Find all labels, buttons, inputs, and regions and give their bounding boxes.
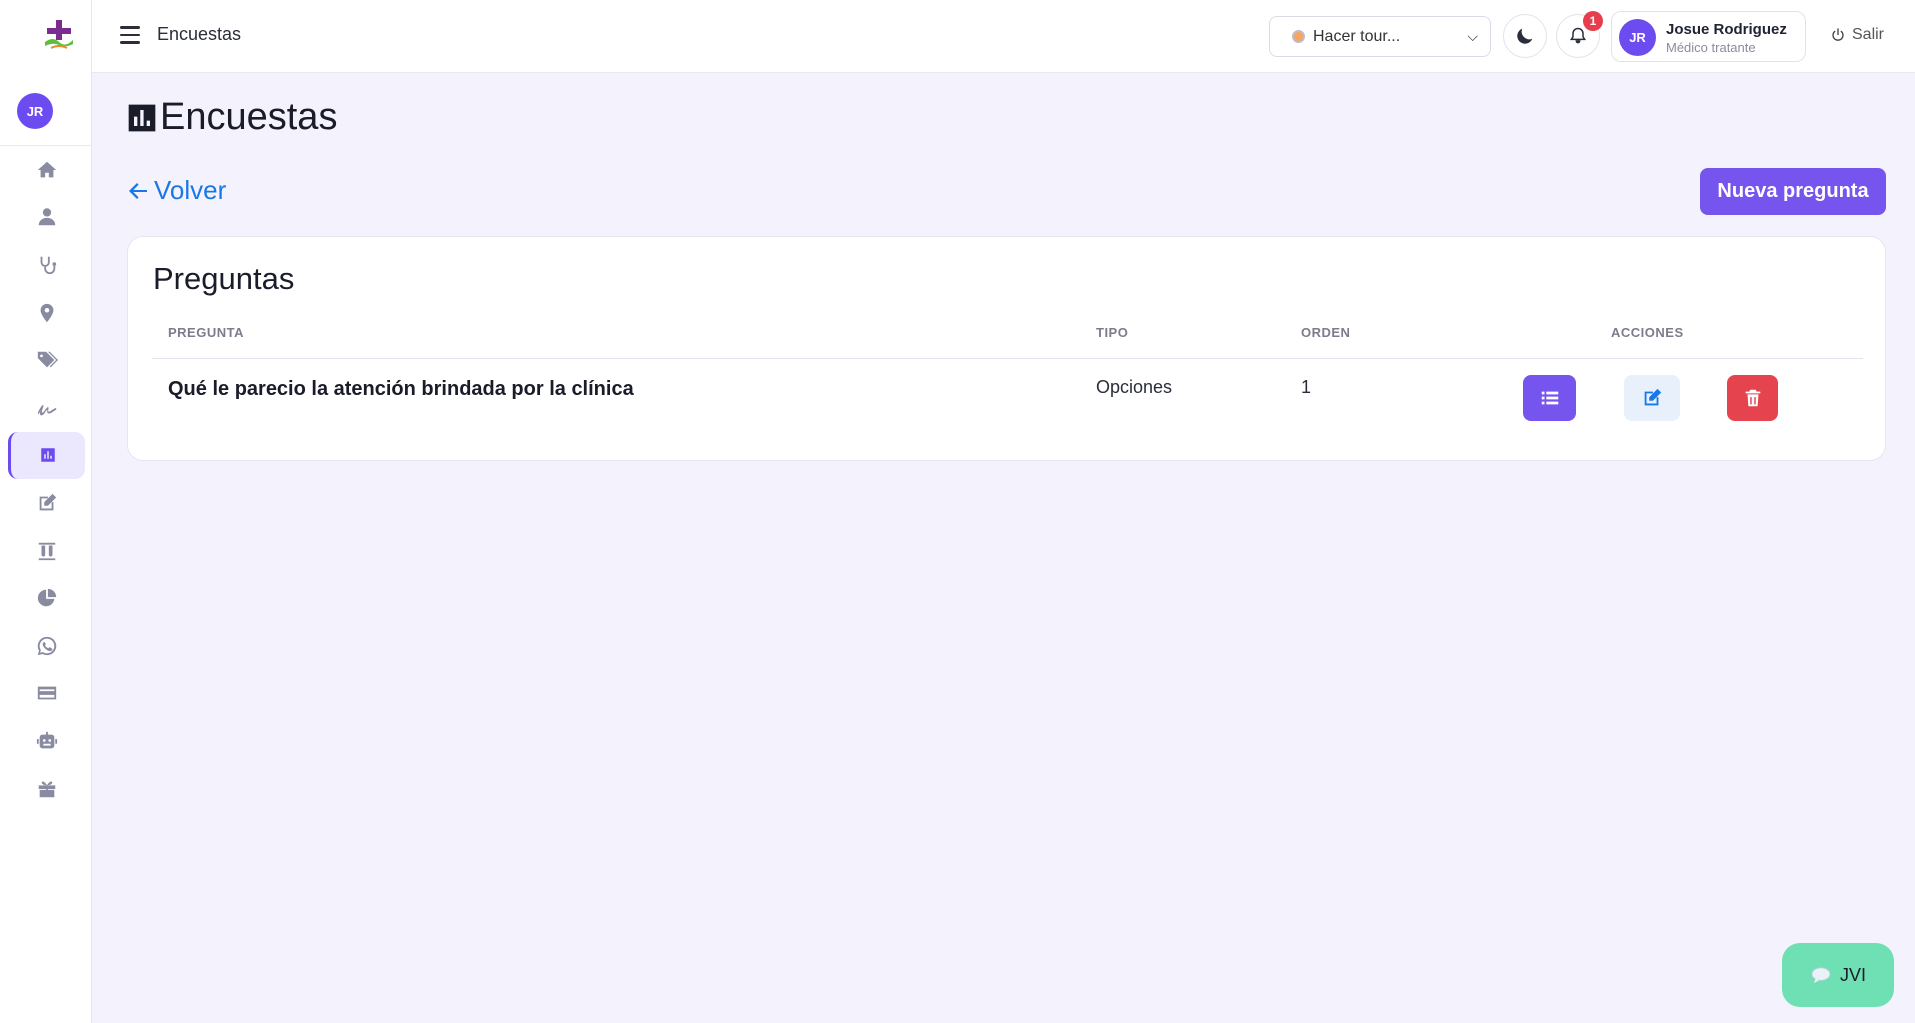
question-type: Opciones [1096,377,1173,397]
sidebar-item-consultations[interactable] [8,241,85,289]
topbar-title: Encuestas [157,24,242,44]
tour-select[interactable]: Hacer tour... ⌵ [1269,16,1491,57]
questions-card: Preguntas PREGUNTA TIPO ORDEN ACCIONES Q… [127,236,1886,461]
edit-icon [1644,388,1662,406]
question-text: Qué le parecio la atención brindada por … [168,378,634,400]
sidebar-item-payments[interactable] [8,670,85,718]
options-list-button[interactable] [1523,375,1576,421]
card-title: Preguntas [153,261,295,296]
question-order: 1 [1301,377,1312,397]
menu-toggle-icon[interactable] [120,26,140,44]
sidebar-item-reports[interactable] [8,574,85,622]
column-header-orden[interactable]: ORDEN [1301,325,1350,340]
whatsapp-icon [37,636,56,655]
power-icon [1832,28,1844,41]
sidebar-item-surveys[interactable] [8,431,85,480]
pie-chart-icon [37,588,56,607]
sidebar-item-locations[interactable] [8,289,85,337]
sidebar-item-signature[interactable] [8,384,85,432]
notifications-button[interactable]: 1 [1556,11,1603,58]
sidebar-item-labs[interactable] [8,527,85,575]
sidebar-item-bot[interactable] [8,717,85,765]
moon-icon [1517,28,1533,44]
chat-widget-button[interactable]: JVI [1782,943,1894,1007]
sidebar-item-home[interactable] [8,146,85,194]
column-header-tipo[interactable]: TIPO [1096,325,1128,340]
user-name: Josue Rodriguez [1666,21,1787,38]
page-title: Encuestas [126,96,337,139]
poll-chart-icon [41,448,55,463]
user-icon [38,208,55,226]
credit-card-icon [37,686,56,700]
list-icon [1541,391,1558,405]
column-header-acciones: ACCIONES [1611,325,1684,340]
chat-widget-label: JVI [1839,964,1866,985]
edit-question-button[interactable] [1624,375,1680,421]
trash-icon [1745,389,1760,407]
test-tubes-icon [38,542,55,560]
location-pin-icon [40,303,53,322]
stethoscope-icon [40,256,56,275]
sidebar-avatar[interactable]: JR [17,93,53,129]
logout-label: Salir [1852,26,1885,43]
new-question-button[interactable]: Nueva pregunta [1700,168,1886,215]
tour-icon [1292,30,1305,43]
chat-bubble-icon [1811,967,1831,984]
app-logo[interactable] [43,18,75,52]
notification-badge: 1 [1583,11,1603,31]
table-header-divider [152,358,1863,359]
home-icon [37,161,56,178]
avatar: JR [1619,19,1656,56]
gift-icon [38,781,55,797]
sidebar-nav [0,146,92,812]
edit-square-icon [39,493,56,511]
arrow-left-icon [129,182,147,199]
sidebar-item-whatsapp[interactable] [8,622,85,670]
signature-icon [37,404,56,416]
sidebar: JR [0,0,92,1023]
user-menu[interactable]: JR Josue Rodriguez Médico tratante [1611,11,1806,62]
delete-question-button[interactable] [1727,375,1778,421]
poll-chart-icon [128,104,156,131]
tags-icon [37,351,58,368]
sidebar-item-tags[interactable] [8,336,85,384]
chevron-down-icon: ⌵ [1467,28,1478,44]
back-label: Volver [154,175,227,205]
dark-mode-toggle[interactable] [1503,14,1547,58]
bell-icon [1569,27,1587,44]
topbar: Encuestas Hacer tour... ⌵ 1 JR Josue Rod… [92,0,1915,73]
user-role: Médico tratante [1666,40,1756,55]
page-title-text: Encuestas [160,96,338,138]
sidebar-item-forms[interactable] [8,479,85,527]
sidebar-item-patients[interactable] [8,194,85,242]
tour-select-value: Hacer tour... [1313,27,1401,45]
column-header-pregunta[interactable]: PREGUNTA [168,325,244,340]
logout-button[interactable]: Salir [1830,26,1884,44]
sidebar-item-gifts[interactable] [8,765,85,813]
robot-icon [36,731,57,749]
back-link[interactable]: Volver [126,175,226,206]
